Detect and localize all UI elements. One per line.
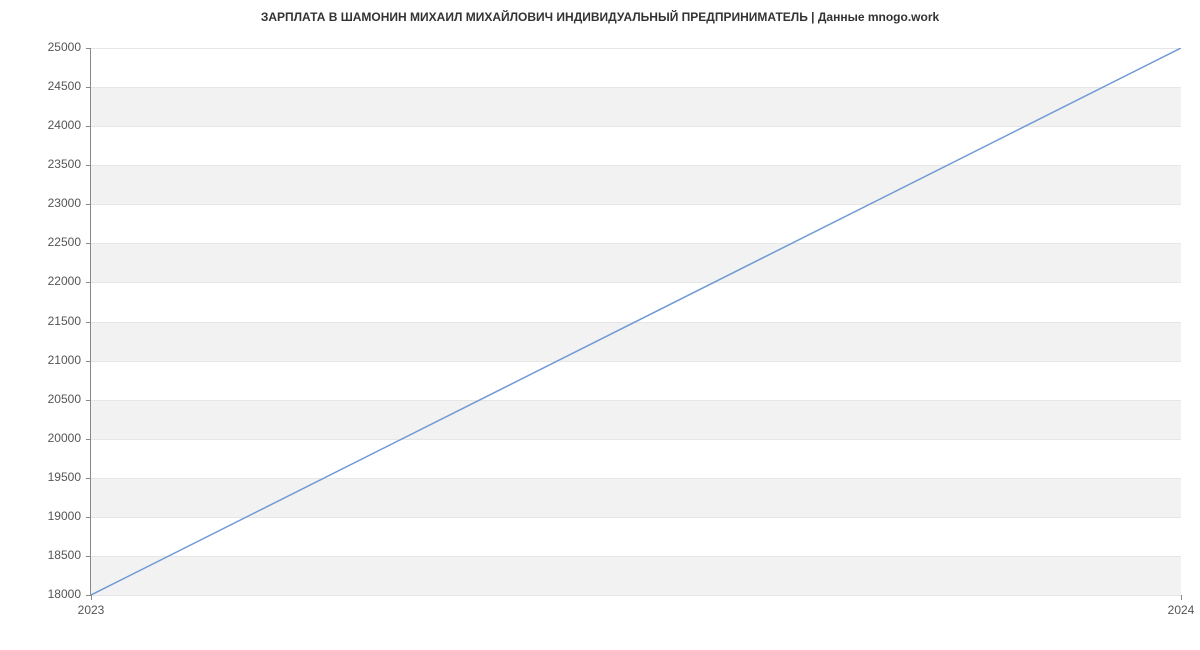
y-tick-label: 20000 <box>31 431 81 445</box>
x-tick-mark <box>91 595 92 600</box>
chart-title: ЗАРПЛАТА В ШАМОНИН МИХАИЛ МИХАЙЛОВИЧ ИНД… <box>0 10 1200 24</box>
y-tick-label: 20500 <box>31 392 81 406</box>
y-tick-label: 18500 <box>31 548 81 562</box>
y-tick-label: 23500 <box>31 157 81 171</box>
data-line <box>91 48 1181 595</box>
y-tick-label: 19500 <box>31 470 81 484</box>
y-tick-label: 24500 <box>31 79 81 93</box>
y-tick-label: 21000 <box>31 353 81 367</box>
y-tick-label: 21500 <box>31 314 81 328</box>
plot-area: 1800018500190001950020000205002100021500… <box>90 48 1181 596</box>
y-grid-line <box>91 595 1181 596</box>
x-tick-label: 2023 <box>78 603 105 617</box>
y-tick-label: 18000 <box>31 587 81 601</box>
x-tick-label: 2024 <box>1168 603 1195 617</box>
data-line-layer <box>91 48 1181 595</box>
y-tick-label: 24000 <box>31 118 81 132</box>
y-tick-label: 22500 <box>31 235 81 249</box>
x-tick-mark <box>1181 595 1182 600</box>
y-tick-label: 25000 <box>31 40 81 54</box>
chart: ЗАРПЛАТА В ШАМОНИН МИХАИЛ МИХАЙЛОВИЧ ИНД… <box>0 0 1200 650</box>
y-tick-label: 22000 <box>31 274 81 288</box>
y-tick-label: 23000 <box>31 196 81 210</box>
y-tick-label: 19000 <box>31 509 81 523</box>
